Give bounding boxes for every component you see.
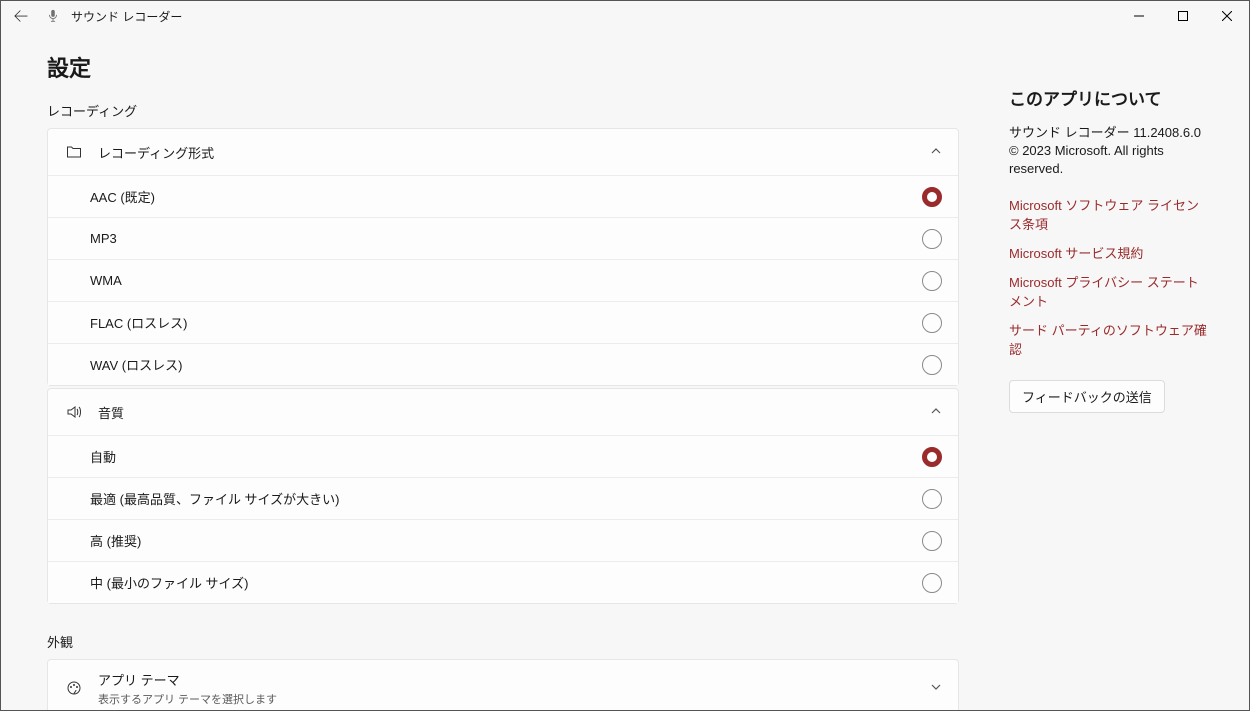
theme-sublabel: 表示するアプリ テーマを選択します: [98, 691, 930, 707]
arrow-left-icon: [14, 9, 28, 23]
section-recording-label: レコーディング: [47, 101, 959, 120]
recording-format-card: レコーディング形式 AAC (既定) MP3 WMA FLAC (ロスレス): [47, 128, 959, 386]
format-option-wav[interactable]: WAV (ロスレス): [48, 343, 958, 385]
page-title: 設定: [47, 51, 959, 83]
close-icon: [1222, 11, 1232, 21]
feedback-button[interactable]: フィードバックの送信: [1009, 380, 1165, 413]
format-option-mp3[interactable]: MP3: [48, 217, 958, 259]
chevron-up-icon: [930, 145, 942, 160]
radio-icon: [922, 271, 942, 291]
quality-option-best[interactable]: 最適 (最高品質、ファイル サイズが大きい): [48, 477, 958, 519]
link-license[interactable]: Microsoft ソフトウェア ライセンス条項: [1009, 195, 1211, 233]
radio-icon: [922, 229, 942, 249]
close-button[interactable]: [1205, 1, 1249, 31]
folder-icon: [64, 144, 84, 160]
theme-header[interactable]: アプリ テーマ 表示するアプリ テーマを選択します: [48, 660, 958, 710]
speaker-icon: [64, 404, 84, 420]
radio-icon: [922, 573, 942, 593]
back-button[interactable]: [9, 4, 33, 28]
quality-option-medium[interactable]: 中 (最小のファイル サイズ): [48, 561, 958, 603]
section-appearance-label: 外観: [47, 632, 959, 651]
theme-label: アプリ テーマ: [98, 670, 930, 689]
quality-header[interactable]: 音質: [48, 389, 958, 435]
titlebar: サウンド レコーダー: [1, 1, 1249, 31]
format-option-flac[interactable]: FLAC (ロスレス): [48, 301, 958, 343]
about-version: サウンド レコーダー 11.2408.6.0: [1009, 124, 1211, 142]
about-title: このアプリについて: [1009, 85, 1211, 110]
paint-icon: [64, 680, 84, 696]
minimize-button[interactable]: [1117, 1, 1161, 31]
maximize-icon: [1178, 11, 1188, 21]
recording-format-header[interactable]: レコーディング形式: [48, 129, 958, 175]
radio-icon: [922, 355, 942, 375]
chevron-up-icon: [930, 405, 942, 420]
quality-label: 音質: [98, 403, 930, 422]
maximize-button[interactable]: [1161, 1, 1205, 31]
quality-card: 音質 自動 最適 (最高品質、ファイル サイズが大きい) 高 (推奨) 中 (最…: [47, 388, 959, 604]
radio-icon: [922, 489, 942, 509]
format-option-wma[interactable]: WMA: [48, 259, 958, 301]
quality-option-high[interactable]: 高 (推奨): [48, 519, 958, 561]
recording-format-label: レコーディング形式: [98, 143, 930, 162]
radio-icon: [922, 187, 942, 207]
format-option-aac[interactable]: AAC (既定): [48, 175, 958, 217]
microphone-icon: [46, 9, 60, 23]
radio-icon: [922, 531, 942, 551]
link-privacy[interactable]: Microsoft プライバシー ステートメント: [1009, 272, 1211, 310]
link-thirdparty[interactable]: サード パーティのソフトウェア確認: [1009, 320, 1211, 358]
minimize-icon: [1134, 11, 1144, 21]
about-panel: このアプリについて サウンド レコーダー 11.2408.6.0 © 2023 …: [959, 51, 1211, 710]
theme-card: アプリ テーマ 表示するアプリ テーマを選択します: [47, 659, 959, 710]
quality-option-auto[interactable]: 自動: [48, 435, 958, 477]
chevron-down-icon: [930, 681, 942, 696]
radio-icon: [922, 313, 942, 333]
about-copyright: © 2023 Microsoft. All rights reserved.: [1009, 142, 1211, 178]
radio-icon: [922, 447, 942, 467]
app-title: サウンド レコーダー: [71, 8, 182, 25]
app-icon: [45, 8, 61, 24]
link-service[interactable]: Microsoft サービス規約: [1009, 243, 1211, 262]
